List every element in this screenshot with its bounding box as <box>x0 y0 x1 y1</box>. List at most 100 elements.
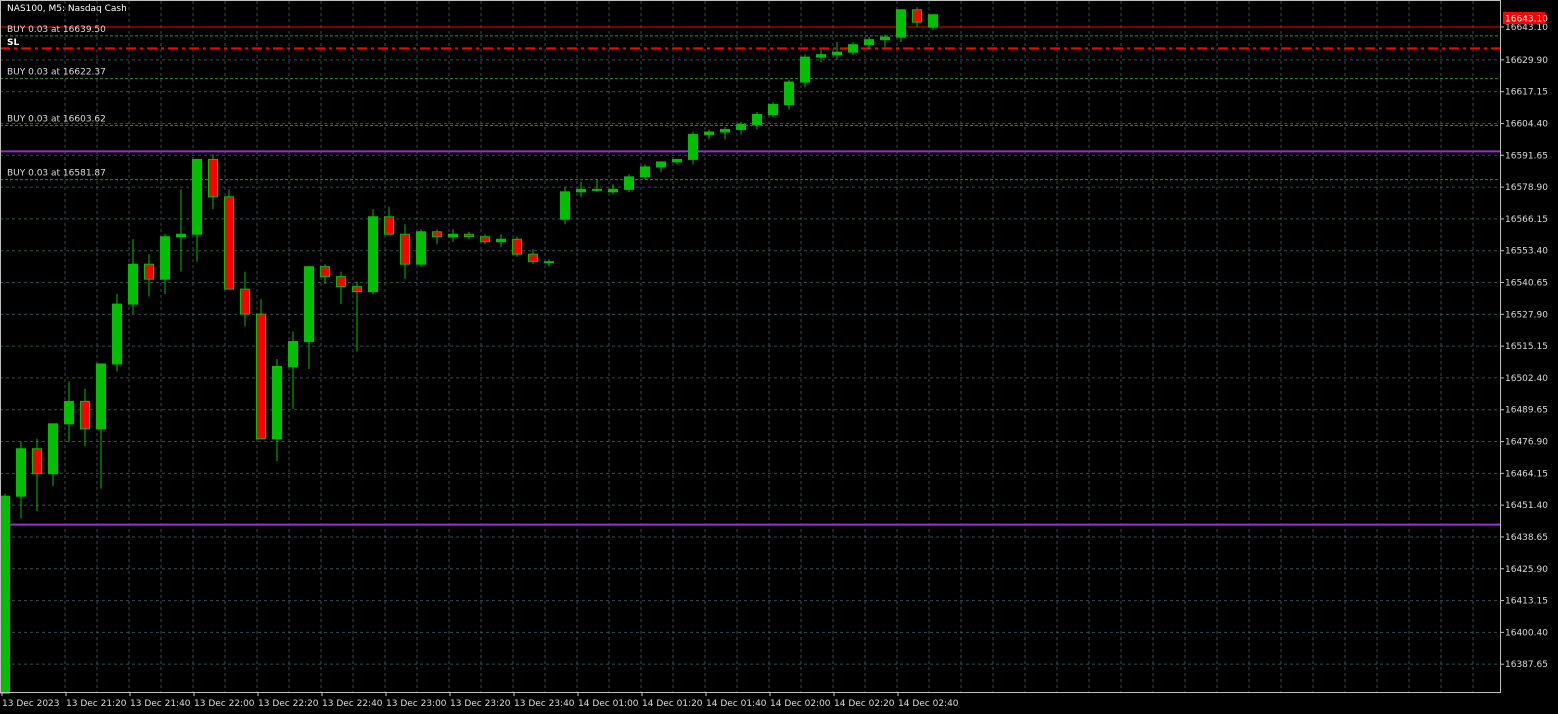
candle-body <box>336 276 346 288</box>
candle-body <box>640 166 650 178</box>
x-tick-label: 14 Dec 01:00 <box>578 699 639 709</box>
candle-body <box>240 288 250 315</box>
y-tick-label: 16578.90 <box>1505 183 1548 193</box>
candle-body <box>192 158 202 235</box>
candle-body <box>864 39 874 46</box>
candle-body <box>848 44 858 53</box>
candle <box>688 131 698 165</box>
y-tick-label: 16629.90 <box>1505 56 1548 66</box>
candle <box>112 294 122 372</box>
y-tick-label: 16400.40 <box>1505 628 1548 638</box>
candle-body <box>816 54 826 58</box>
x-tick-label: 13 Dec 23:40 <box>514 699 575 709</box>
candle-body <box>112 303 122 365</box>
candle-body <box>160 236 170 280</box>
candle-body <box>464 233 474 238</box>
candle <box>768 102 778 117</box>
candle-body <box>656 161 666 168</box>
sl-label: SL <box>7 38 19 48</box>
candle-body <box>224 196 234 290</box>
y-tick-label: 16566.15 <box>1505 215 1548 225</box>
x-tick-label: 14 Dec 01:20 <box>642 699 703 709</box>
candle-body <box>272 365 282 440</box>
candle-body <box>64 400 74 425</box>
candle-body <box>624 176 634 190</box>
candle <box>416 229 426 267</box>
candle-body <box>96 363 106 430</box>
y-tick-label: 16387.65 <box>1505 660 1548 670</box>
y-tick-label: 16413.15 <box>1505 597 1548 607</box>
candle <box>368 209 378 295</box>
y-tick-label: 16527.90 <box>1505 310 1548 320</box>
candle-body <box>176 233 186 238</box>
candle-body <box>592 188 602 191</box>
candle <box>800 54 810 88</box>
buy-order-label: BUY 0.03 at 16639.50 <box>7 25 106 35</box>
x-tick-label: 13 Dec 22:00 <box>194 699 255 709</box>
candle <box>560 186 570 225</box>
buy-order-label: BUY 0.03 at 16603.62 <box>7 114 106 124</box>
y-tick-label: 16438.65 <box>1505 533 1548 543</box>
y-tick-label: 16540.65 <box>1505 279 1548 289</box>
y-tick-label: 16604.40 <box>1505 119 1548 129</box>
candle <box>0 493 10 694</box>
candle-body <box>128 263 138 305</box>
candle <box>928 14 938 30</box>
candle-body <box>0 495 10 694</box>
candle-body <box>528 253 538 263</box>
price-chart[interactable]: BUY 0.03 at 16639.50 BUY 0.03 at 16622.37… <box>0 0 1558 714</box>
y-tick-label: 16553.40 <box>1505 247 1548 257</box>
svg-text:16643.10: 16643.10 <box>1505 15 1548 25</box>
candle-body <box>672 158 682 163</box>
y-tick-label: 16489.65 <box>1505 406 1548 416</box>
y-tick-label: 16464.15 <box>1505 469 1548 479</box>
y-tick-label: 16617.15 <box>1505 88 1548 98</box>
candle-body <box>288 341 298 367</box>
candle-body <box>448 233 458 238</box>
candle-body <box>768 104 778 116</box>
candle-body <box>544 261 554 264</box>
x-tick-label: 14 Dec 02:20 <box>834 699 895 709</box>
symbol-header: NAS100, M5: Nasdaq Cash <box>7 4 127 14</box>
candle-body <box>608 188 618 193</box>
y-tick-label: 16451.40 <box>1505 501 1548 511</box>
candle-body <box>832 51 842 56</box>
candle-body <box>496 238 506 243</box>
candle-body <box>784 81 794 106</box>
candle-body <box>208 158 218 198</box>
candle-body <box>80 400 90 430</box>
y-tick-label: 16425.90 <box>1505 565 1548 575</box>
x-tick-label: 13 Dec 21:20 <box>66 699 127 709</box>
candle-body <box>928 14 938 28</box>
x-tick-label: 13 Dec 23:00 <box>386 699 447 709</box>
candle-body <box>480 236 490 243</box>
candle-body <box>896 9 906 38</box>
candle-body <box>16 448 26 497</box>
candle <box>256 299 266 440</box>
candle-body <box>368 216 378 293</box>
candle-body <box>736 123 746 130</box>
candle-body <box>720 128 730 133</box>
candle-body <box>912 9 922 23</box>
candle-body <box>752 114 762 125</box>
candle <box>640 164 650 180</box>
candle <box>224 189 234 290</box>
candle <box>784 79 794 110</box>
y-tick-label: 16515.15 <box>1505 342 1548 352</box>
x-tick-label: 14 Dec 01:40 <box>706 699 767 709</box>
candle-body <box>432 231 442 238</box>
candle-body <box>320 266 330 278</box>
x-tick-label: 14 Dec 02:00 <box>770 699 831 709</box>
price-axis[interactable]: 16643.1016629.9016617.1516604.4016591.65… <box>1500 23 1548 670</box>
y-tick-label: 16476.90 <box>1505 438 1548 448</box>
candle-body <box>560 191 570 220</box>
candle-body <box>384 216 394 235</box>
candle-body <box>688 133 698 160</box>
current-price-box: 16643.10 <box>1503 12 1548 25</box>
candle-body <box>704 131 714 135</box>
candle-body <box>880 36 890 41</box>
buy-order-label: BUY 0.03 at 16581.87 <box>7 169 106 179</box>
y-tick-label: 16502.40 <box>1505 374 1548 384</box>
candle <box>624 174 634 192</box>
x-tick-label: 13 Dec 23:20 <box>450 699 511 709</box>
